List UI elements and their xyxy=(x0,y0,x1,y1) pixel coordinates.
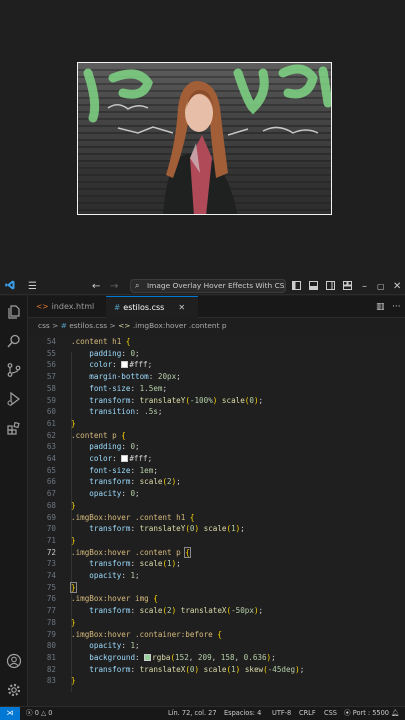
activity-bar xyxy=(0,296,28,706)
breadcrumb-symbol[interactable]: .imgBox:hover .content p xyxy=(133,321,227,330)
more-actions-icon[interactable]: ··· xyxy=(392,296,401,318)
code-line: 69 .imgBox:hover .content h1 { xyxy=(46,512,195,522)
command-center-search[interactable]: ⌕ Image Overlay Hover Effects With CSS3 xyxy=(130,279,286,293)
code-line: 57 margin-bottom: 20px; xyxy=(46,372,181,382)
code-line: 59 transform: translateY(-100%) scale(0)… xyxy=(46,395,264,405)
notifications-bell-icon[interactable]: 🔔︎ xyxy=(391,707,399,720)
color-swatch[interactable] xyxy=(121,455,129,462)
code-line: 82 transform: translateX(0) scale(1) ske… xyxy=(46,664,305,674)
search-icon[interactable] xyxy=(6,333,22,349)
code-line: 79 .imgBox:hover .container:before { xyxy=(46,629,222,639)
breadcrumb: css > # estilos.css > <> .imgBox:hover .… xyxy=(38,321,227,330)
warning-icon: △ xyxy=(41,709,47,717)
menu-icon[interactable]: ☰ xyxy=(28,278,37,295)
html-file-icon: <> xyxy=(36,302,49,311)
css-file-icon: # xyxy=(60,321,67,330)
code-line: 78} xyxy=(46,617,76,627)
code-line: 56 color: #fff; xyxy=(46,360,153,370)
status-bar: ⋊ ⓧ 0 △ 0 Lín. 72, col. 27 Espacios: 4 U… xyxy=(0,706,405,720)
maximize-icon[interactable]: ▢ xyxy=(377,278,385,295)
split-editor-icon[interactable]: ▥ xyxy=(376,296,385,318)
indentation[interactable]: Espacios: 4 xyxy=(224,707,261,720)
portrait-photo xyxy=(78,64,331,214)
code-line: 83} xyxy=(46,676,76,686)
customize-layout-icon[interactable] xyxy=(343,278,352,295)
tab-index-html[interactable]: <> index.html xyxy=(28,296,106,318)
layout-panel-icon[interactable] xyxy=(309,278,318,295)
title-bar: ☰ ← → ⌕ Image Overlay Hover Effects With… xyxy=(0,278,405,295)
code-line: 65 font-size: 1em; xyxy=(46,465,158,475)
live-server-port[interactable]: ⦿ Port : 5500 xyxy=(344,707,389,720)
code-line: 70 transform: translateY(0) scale(1); xyxy=(46,524,245,534)
code-line: 75} xyxy=(46,581,77,593)
extensions-icon[interactable] xyxy=(6,420,22,436)
code-line: 66 transform: scale(2); xyxy=(46,477,181,487)
language-mode[interactable]: CSS xyxy=(324,707,337,720)
code-line: 62 .content p { xyxy=(46,430,126,440)
code-line: 73 transform: scale(1); xyxy=(46,559,181,569)
code-line: 55 padding: 0; xyxy=(46,348,140,358)
back-arrow-icon[interactable]: ← xyxy=(92,278,100,295)
code-line: 76 .imgBox:hover img { xyxy=(46,594,158,604)
color-swatch[interactable] xyxy=(121,361,129,369)
minimize-icon[interactable]: – xyxy=(362,278,367,295)
explorer-icon[interactable] xyxy=(6,304,22,320)
layout-sidebar-right-icon[interactable] xyxy=(326,278,335,295)
browser-preview xyxy=(0,0,405,278)
code-line: 67 opacity: 0; xyxy=(46,489,140,499)
code-line: 74 opacity: 1; xyxy=(46,571,140,580)
tab-label: index.html xyxy=(51,302,95,311)
image-box[interactable] xyxy=(77,62,332,215)
symbol-icon: <> xyxy=(118,321,131,330)
encoding[interactable]: UTF-8 xyxy=(272,707,291,720)
code-line: 80 opacity: 1; xyxy=(46,641,140,651)
breadcrumb-file[interactable]: estilos.css xyxy=(69,321,107,330)
problems-indicator[interactable]: ⓧ 0 △ 0 xyxy=(26,707,52,720)
code-line: 68} xyxy=(46,500,76,510)
vscode-icon xyxy=(5,278,15,295)
source-control-icon[interactable] xyxy=(6,362,22,378)
layout-sidebar-left-icon[interactable] xyxy=(292,278,301,295)
code-line: 64 color: #fff; xyxy=(46,454,153,463)
code-line: 71} xyxy=(46,535,76,545)
code-line-current: 72 .imgBox:hover .content p { xyxy=(46,546,191,558)
error-icon: ⓧ xyxy=(26,709,33,717)
code-line: 81 background: rgba(152, 209, 158, 0.636… xyxy=(46,652,276,662)
tab-label: estilos.css xyxy=(123,303,165,312)
tab-estilos-css[interactable]: # estilos.css ✕ xyxy=(106,296,198,318)
line-endings[interactable]: CRLF xyxy=(299,707,316,720)
cursor-position[interactable]: Lín. 72, col. 27 xyxy=(168,707,217,720)
close-tab-icon[interactable]: ✕ xyxy=(178,303,185,312)
css-file-icon: # xyxy=(114,303,121,312)
color-swatch[interactable] xyxy=(144,653,152,661)
remote-indicator-icon[interactable]: ⋊ xyxy=(0,707,20,720)
code-line: 77 transform: scale(2) translateX(-50px)… xyxy=(46,606,264,616)
code-line: 61} xyxy=(46,418,76,428)
code-line: 58 font-size: 1.5em; xyxy=(46,383,168,393)
code-line: 54 .content h1 { xyxy=(46,337,131,346)
forward-arrow-icon[interactable]: → xyxy=(110,278,118,295)
account-icon[interactable] xyxy=(6,653,22,669)
search-icon: ⌕ xyxy=(135,281,140,290)
editor-tabs: <> index.html # estilos.css ✕ ▥ ··· xyxy=(28,296,405,318)
command-center-label: Image Overlay Hover Effects With CSS3 xyxy=(147,281,286,290)
code-editor[interactable]: 54 .content h1 { 55 padding: 0; 56 color:… xyxy=(28,336,405,706)
breadcrumb-folder[interactable]: css xyxy=(38,321,50,330)
code-line: 60 transition: .5s; xyxy=(46,407,163,417)
code-line: 63 padding: 0; xyxy=(46,442,140,452)
close-icon[interactable]: ✕ xyxy=(393,278,401,295)
settings-gear-icon[interactable] xyxy=(6,682,22,698)
broadcast-icon: ⦿ xyxy=(344,709,351,717)
run-debug-icon[interactable] xyxy=(6,391,22,407)
